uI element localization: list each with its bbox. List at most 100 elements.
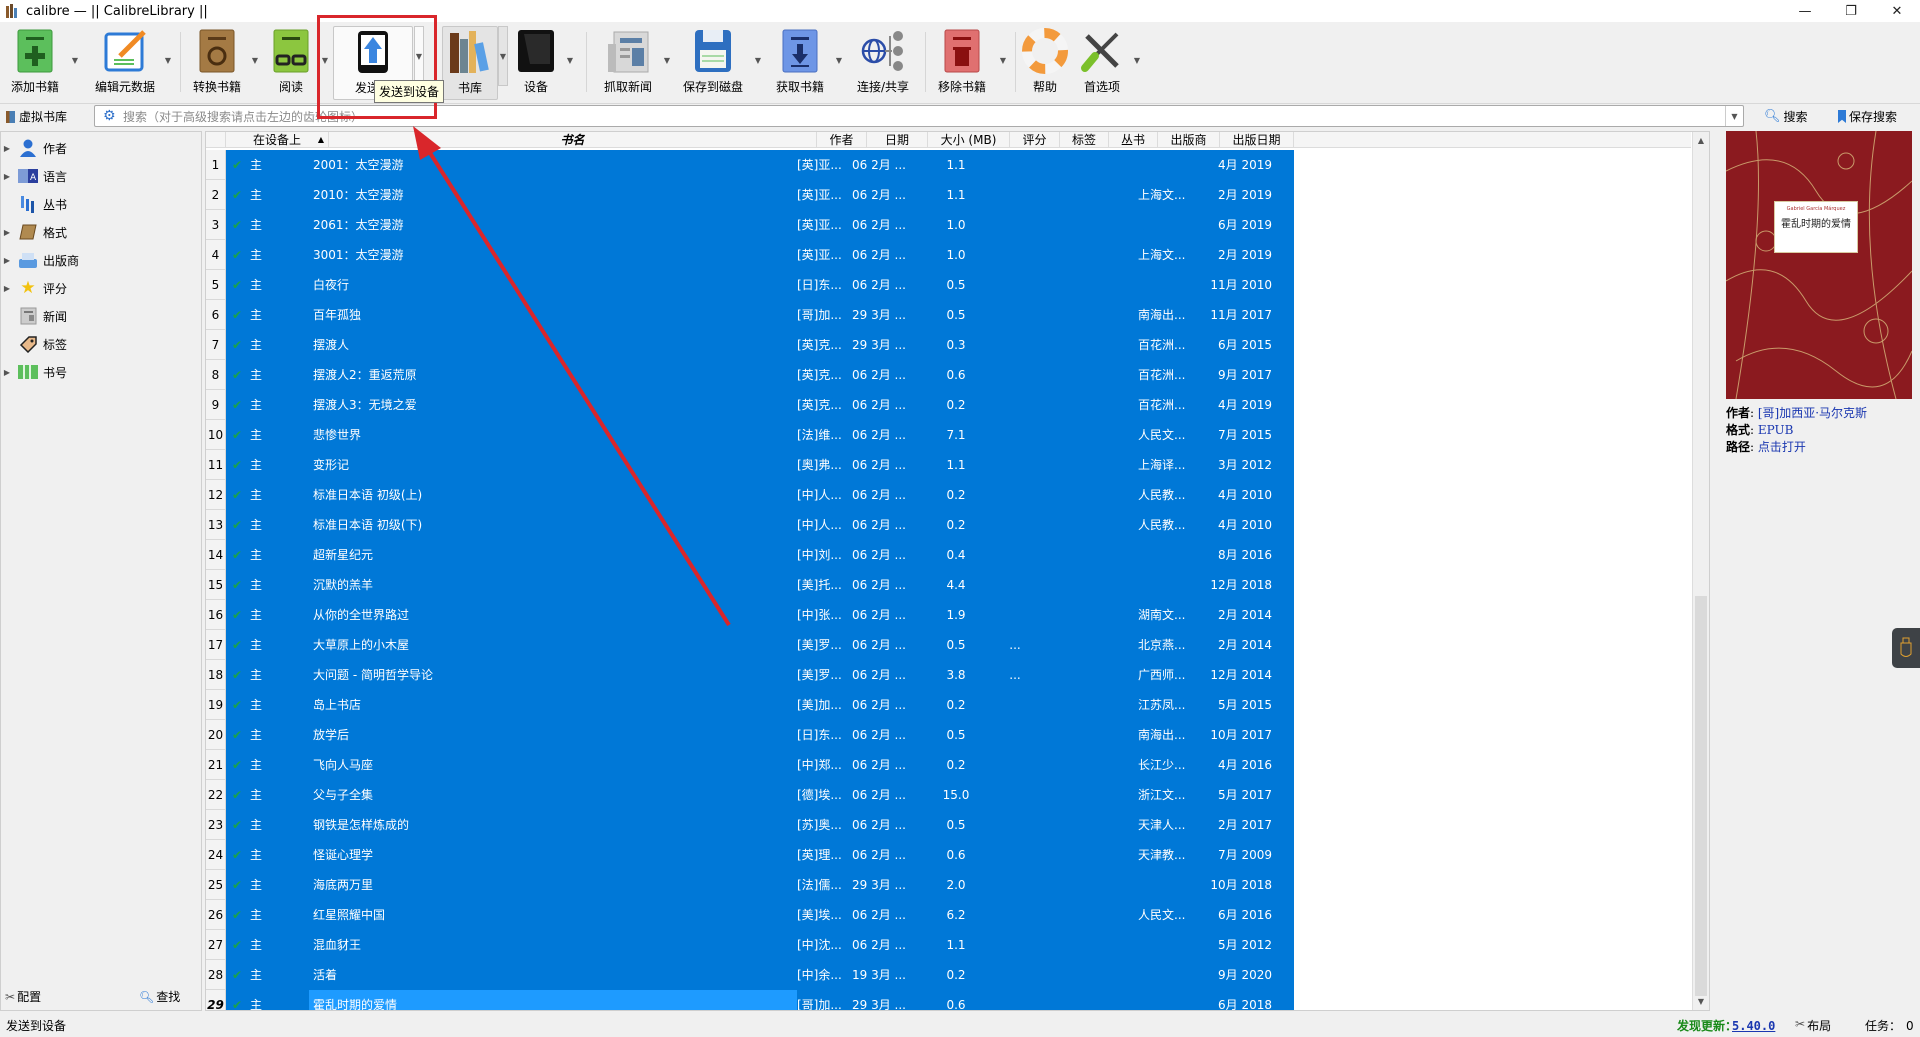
pubdate-cell[interactable]: 7月 2015 (1200, 420, 1272, 450)
size-cell[interactable]: 1.1 (916, 450, 996, 480)
get-books-dropdown[interactable]: ▼ (834, 56, 844, 66)
author-cell[interactable]: [中]余... (797, 960, 849, 990)
size-cell[interactable]: 0.5 (916, 810, 996, 840)
pubdate-cell[interactable]: 11月 2017 (1200, 300, 1272, 330)
table-row[interactable]: 4 ✔ 主 3001：太空漫游 [英]亚... 06 2月 ... 1.0 上海文... 2月 … (206, 240, 1691, 270)
column-header-title[interactable]: 书名 (329, 132, 817, 148)
date-cell[interactable]: 29 3月 ... (852, 870, 912, 900)
column-header-rating[interactable]: 评分 (1010, 132, 1060, 148)
pubdate-cell[interactable]: 4月 2016 (1200, 750, 1272, 780)
expand-icon[interactable]: ▶ (1, 368, 13, 377)
author-cell[interactable]: [奥]弗... (797, 450, 849, 480)
publisher-cell[interactable]: 浙江文... (1138, 780, 1198, 810)
date-cell[interactable]: 06 2月 ... (852, 600, 912, 630)
size-cell[interactable]: 4.4 (916, 570, 996, 600)
on-device-cell[interactable]: 主 (250, 750, 310, 780)
library-dropdown[interactable]: ▼ (498, 26, 508, 86)
author-cell[interactable]: [法]维... (797, 420, 849, 450)
configure-button[interactable]: ✂ 配置 (5, 988, 41, 1005)
convert-books-button[interactable]: 转换书籍 (186, 26, 248, 100)
row-cells[interactable]: ✔ 主飞向人马座 [中]郑... 06 2月 ... 0.2 长江少... 4月 2016 (226, 750, 1294, 780)
publisher-cell[interactable] (1138, 270, 1198, 300)
row-cells[interactable]: ✔ 主白夜行 [日]东... 06 2月 ... 0.5 11月 2010 (226, 270, 1294, 300)
date-cell[interactable]: 06 2月 ... (852, 180, 912, 210)
pubdate-cell[interactable]: 9月 2017 (1200, 360, 1272, 390)
save-search-button[interactable]: 保存搜索 (1838, 108, 1897, 125)
pubdate-cell[interactable]: 9月 2020 (1200, 960, 1272, 990)
on-device-cell[interactable]: 主 (250, 360, 310, 390)
date-cell[interactable]: 06 2月 ... (852, 570, 912, 600)
edit-metadata-button[interactable]: 编辑元数据 (90, 26, 160, 100)
edit-metadata-dropdown[interactable]: ▼ (163, 56, 173, 66)
date-cell[interactable]: 06 2月 ... (852, 930, 912, 960)
device-dropdown[interactable]: ▼ (565, 56, 575, 66)
rating-cell[interactable] (990, 870, 1040, 900)
library-button[interactable]: 书库 (442, 26, 498, 100)
rating-cell[interactable] (990, 720, 1040, 750)
on-device-cell[interactable]: 主 (250, 390, 310, 420)
path-link[interactable]: 点击打开 (1758, 440, 1806, 454)
publisher-cell[interactable]: 天津人... (1138, 810, 1198, 840)
rating-cell[interactable] (990, 570, 1040, 600)
author-cell[interactable]: [法]儒... (797, 870, 849, 900)
rating-cell[interactable] (990, 150, 1040, 180)
sidebar-item-authors[interactable]: ▶ 作者 (1, 136, 201, 160)
author-cell[interactable]: [英]理... (797, 840, 849, 870)
publisher-cell[interactable] (1138, 570, 1198, 600)
publisher-cell[interactable] (1138, 960, 1198, 990)
format-link[interactable]: EPUB (1758, 423, 1794, 437)
size-cell[interactable]: 0.5 (916, 300, 996, 330)
device-button[interactable]: 设备 (512, 26, 560, 100)
author-cell[interactable]: [中]沈... (797, 930, 849, 960)
table-scrollbar[interactable]: ▲ ▼ (1692, 132, 1709, 1010)
size-cell[interactable]: 3.8 (916, 660, 996, 690)
size-cell[interactable]: 2.0 (916, 870, 996, 900)
row-cells[interactable]: ✔ 主 2010：太空漫游 [英]亚... 06 2月 ... 1.1 上海文... 2月 2… (226, 180, 1294, 210)
rating-cell[interactable] (990, 450, 1040, 480)
table-row[interactable]: 22 ✔ 主父与子全集 [德]埃... 06 2月 ... 15.0 浙江文... 5月 20… (206, 780, 1691, 810)
column-header-series[interactable]: 丛书 (1109, 132, 1158, 148)
rating-cell[interactable] (990, 240, 1040, 270)
pubdate-cell[interactable]: 5月 2012 (1200, 930, 1272, 960)
row-cells[interactable]: ✔ 主摆渡人3：无境之爱 [英]克... 06 2月 ... 0.2 百花洲... 4月 2… (226, 390, 1294, 420)
row-cells[interactable]: ✔ 主混血豺王 [中]沈... 06 2月 ... 1.1 5月 2012 (226, 930, 1294, 960)
publisher-cell[interactable]: 南海出... (1138, 300, 1198, 330)
rating-cell[interactable] (990, 210, 1040, 240)
row-cells[interactable]: ✔ 主红星照耀中国 [美]埃... 06 2月 ... 6.2 人民文... 6月 2016 (226, 900, 1294, 930)
author-cell[interactable]: [美]托... (797, 570, 849, 600)
row-cells[interactable]: ✔ 主标准日本语 初级(下) [中]人... 06 2月 ... 0.2 人民教... 4月… (226, 510, 1294, 540)
title-cell[interactable]: 沉默的羔羊 (309, 570, 797, 600)
rating-cell[interactable] (990, 600, 1040, 630)
date-cell[interactable]: 29 3月 ... (852, 300, 912, 330)
row-cells[interactable]: ✔ 主活着 [中]余... 19 3月 ... 0.2 9月 2020 (226, 960, 1294, 990)
size-cell[interactable]: 1.1 (916, 180, 996, 210)
table-row[interactable]: 1 ✔ 主 2001：太空漫游 [英]亚... 06 2月 ... 1.1 4月 2019 (206, 150, 1691, 180)
date-cell[interactable]: 06 2月 ... (852, 360, 912, 390)
size-cell[interactable]: 0.3 (916, 330, 996, 360)
pubdate-cell[interactable]: 5月 2015 (1200, 690, 1272, 720)
on-device-cell[interactable]: 主 (250, 930, 310, 960)
fetch-news-button[interactable]: 抓取新闻 (596, 26, 660, 100)
search-button[interactable]: 🔍︎ 搜索 (1764, 108, 1808, 125)
get-books-button[interactable]: 获取书籍 (770, 26, 830, 100)
publisher-cell[interactable]: 百花洲... (1138, 360, 1198, 390)
publisher-cell[interactable]: 北京燕... (1138, 630, 1198, 660)
size-cell[interactable]: 1.0 (916, 240, 996, 270)
help-button[interactable]: 帮助 (1020, 26, 1070, 100)
title-cell[interactable]: 超新星纪元 (309, 540, 797, 570)
author-cell[interactable]: [哥]加... (797, 300, 849, 330)
publisher-cell[interactable]: 人民教... (1138, 510, 1198, 540)
date-cell[interactable]: 06 2月 ... (852, 630, 912, 660)
row-cells[interactable]: ✔ 主百年孤独 [哥]加... 29 3月 ... 0.5 南海出... 11月 2017 (226, 300, 1294, 330)
row-cells[interactable]: ✔ 主岛上书店 [美]加... 06 2月 ... 0.2 江苏凤... 5月 2015 (226, 690, 1294, 720)
on-device-cell[interactable]: 主 (250, 210, 310, 240)
title-cell[interactable]: 怪诞心理学 (309, 840, 797, 870)
title-cell[interactable]: 标准日本语 初级(下) (309, 510, 797, 540)
rating-cell[interactable] (990, 930, 1040, 960)
publisher-cell[interactable]: 百花洲... (1138, 390, 1198, 420)
size-cell[interactable]: 0.2 (916, 960, 996, 990)
title-cell[interactable]: 父与子全集 (309, 780, 797, 810)
publisher-cell[interactable]: 上海译... (1138, 450, 1198, 480)
on-device-cell[interactable]: 主 (250, 990, 310, 1010)
publisher-cell[interactable]: 人民教... (1138, 480, 1198, 510)
